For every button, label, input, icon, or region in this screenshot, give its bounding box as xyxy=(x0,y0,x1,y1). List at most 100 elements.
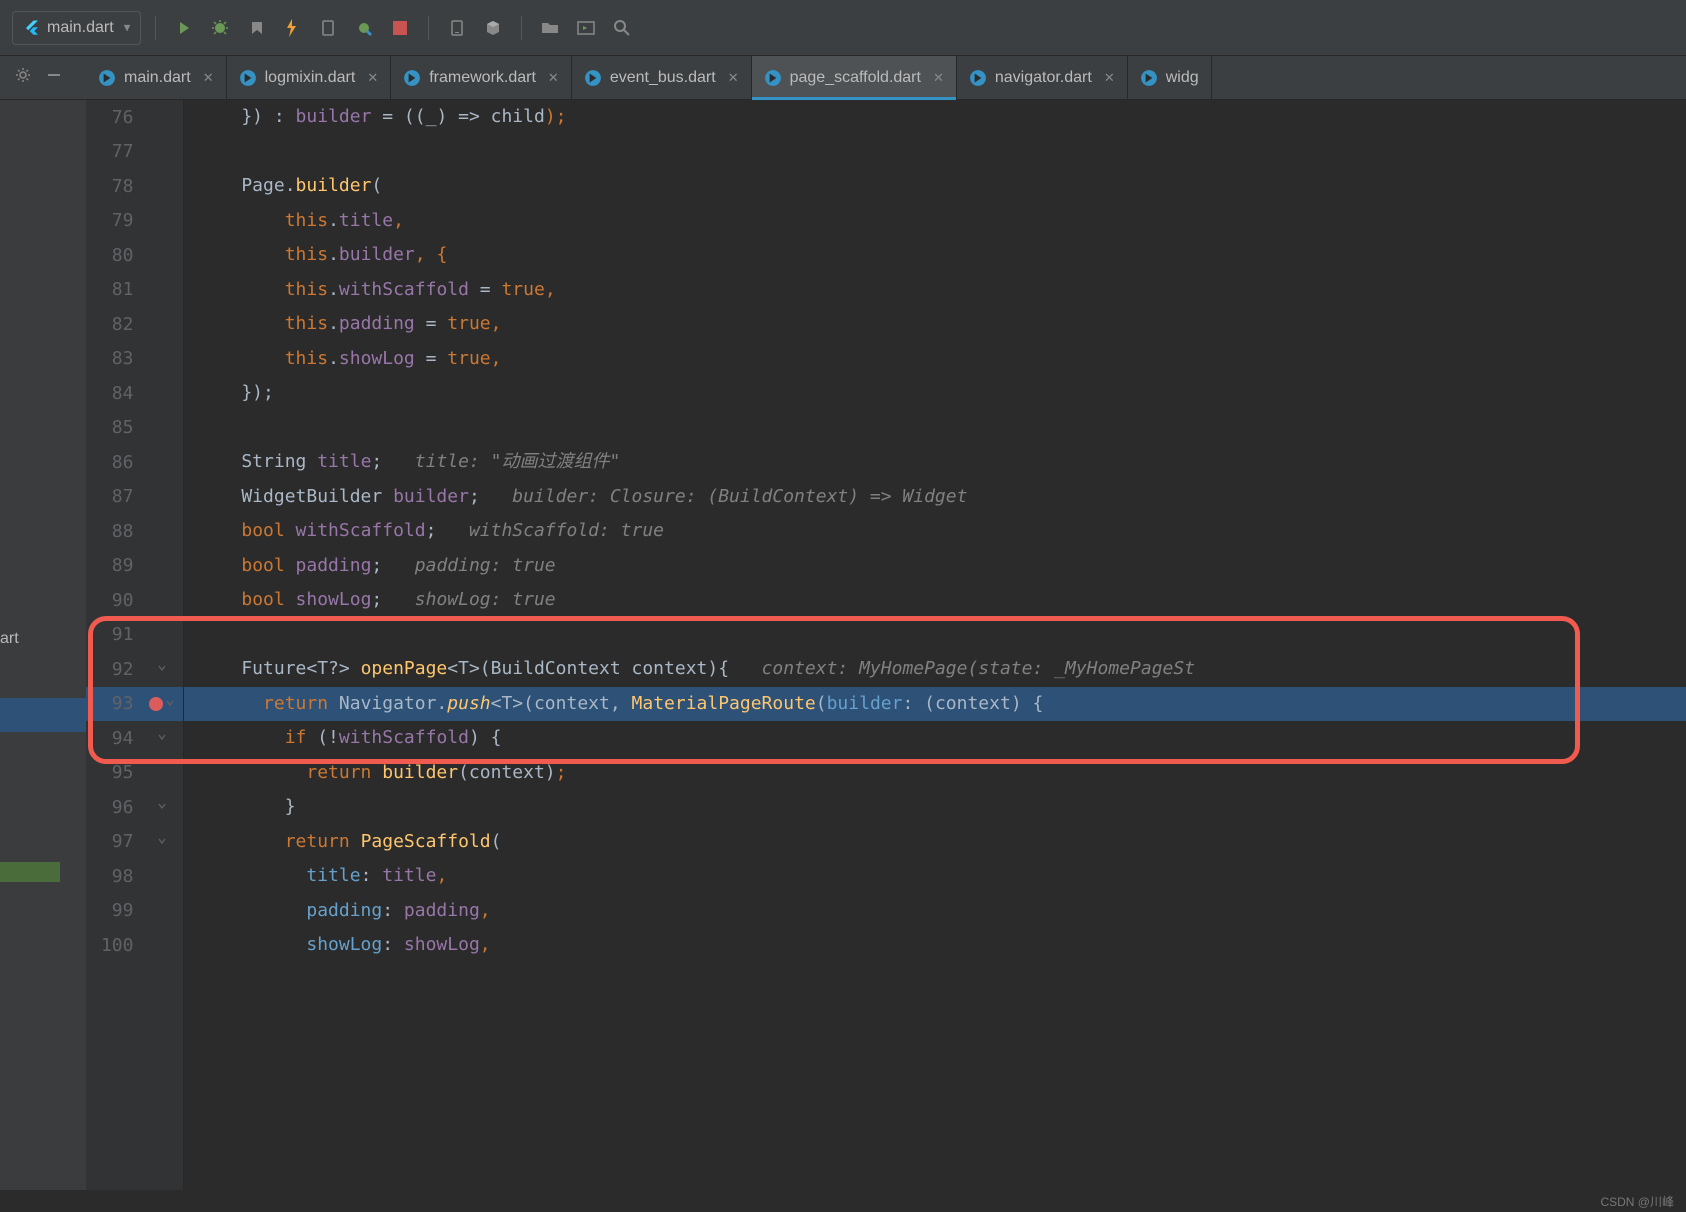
gutter-row[interactable]: 91 xyxy=(86,618,183,653)
gutter-row[interactable]: 89 xyxy=(86,549,183,584)
code-line[interactable]: bool withScaffold; withScaffold: true xyxy=(184,514,1686,549)
gutter-row[interactable]: 78 xyxy=(86,169,183,204)
line-number: 80 xyxy=(86,245,143,266)
tab-framework-dart[interactable]: framework.dart✕ xyxy=(391,56,572,99)
gutter-row[interactable]: 76 xyxy=(86,100,183,135)
tab-page_scaffold-dart[interactable]: page_scaffold.dart✕ xyxy=(752,56,957,99)
breakpoint-icon[interactable] xyxy=(149,697,163,711)
gutter-row[interactable]: 86 xyxy=(86,445,183,480)
gutter-row[interactable]: 81 xyxy=(86,273,183,308)
code-line[interactable]: this.padding = true, xyxy=(184,307,1686,342)
code-line[interactable]: Page.builder( xyxy=(184,169,1686,204)
code-area[interactable]: }) : builder = ((_) => child); Page.buil… xyxy=(184,100,1686,963)
gutter-row[interactable]: 80 xyxy=(86,238,183,273)
code-line[interactable]: if (!withScaffold) { xyxy=(184,721,1686,756)
stop-icon[interactable] xyxy=(386,14,414,42)
gutter-row[interactable]: 79 xyxy=(86,204,183,239)
gutter-row[interactable]: 100 xyxy=(86,928,183,963)
code-line[interactable]: return Navigator.push<T>(context, Materi… xyxy=(184,687,1686,722)
close-icon[interactable]: ✕ xyxy=(548,70,559,86)
fold-handle-icon[interactable] xyxy=(165,698,177,710)
fold-handle-icon[interactable] xyxy=(157,663,169,675)
code-line[interactable]: } xyxy=(184,790,1686,825)
left-panel-controls xyxy=(0,56,86,99)
collapse-icon[interactable] xyxy=(46,67,62,88)
run-config-dropdown[interactable]: main.dart ▼ xyxy=(12,11,141,45)
fold-handle-icon[interactable] xyxy=(157,801,169,813)
debug-icon[interactable] xyxy=(206,14,234,42)
line-number: 77 xyxy=(86,141,143,162)
dart-file-icon xyxy=(1140,69,1158,87)
code-line[interactable]: this.withScaffold = true, xyxy=(184,273,1686,308)
gutter-row[interactable]: 87 xyxy=(86,480,183,515)
run-icon[interactable] xyxy=(170,14,198,42)
gutter-row[interactable]: 97 xyxy=(86,825,183,860)
code-line[interactable]: }); xyxy=(184,376,1686,411)
code-line[interactable]: this.title, xyxy=(184,204,1686,239)
code-line[interactable]: WidgetBuilder builder; builder: Closure:… xyxy=(184,480,1686,515)
gutter-row[interactable]: 95 xyxy=(86,756,183,791)
code-line[interactable]: bool showLog; showLog: true xyxy=(184,583,1686,618)
tab-widg[interactable]: widg xyxy=(1128,56,1212,99)
gutter-row[interactable]: 82 xyxy=(86,307,183,342)
tab-main-dart[interactable]: main.dart ✕ xyxy=(86,56,227,99)
close-icon[interactable]: ✕ xyxy=(1104,70,1115,86)
device-icon[interactable] xyxy=(443,14,471,42)
tab-logmixin-dart[interactable]: logmixin.dart✕ xyxy=(227,56,392,99)
coverage-icon[interactable] xyxy=(242,14,270,42)
code-line[interactable]: showLog: showLog, xyxy=(184,928,1686,963)
line-number: 88 xyxy=(86,521,143,542)
gutter-row[interactable]: 96 xyxy=(86,790,183,825)
gutter: 76 77 7879 80 81 828384 85 86 87 88 89 90 91 92939495… xyxy=(86,100,184,1190)
toolbar: main.dart ▼ xyxy=(0,0,1686,56)
profile-icon[interactable] xyxy=(278,14,306,42)
line-number: 91 xyxy=(86,624,143,645)
gutter-row[interactable]: 85 xyxy=(86,411,183,446)
close-icon[interactable]: ✕ xyxy=(933,70,944,86)
run-window-icon[interactable] xyxy=(572,14,600,42)
gutter-row[interactable]: 99 xyxy=(86,894,183,929)
code-line[interactable]: this.builder, { xyxy=(184,238,1686,273)
folder-icon[interactable] xyxy=(536,14,564,42)
fold-handle-icon[interactable] xyxy=(157,732,169,744)
gutter-row[interactable]: 94 xyxy=(86,721,183,756)
close-icon[interactable]: ✕ xyxy=(367,70,378,86)
code-line[interactable]: }) : builder = ((_) => child); xyxy=(184,100,1686,135)
line-number: 85 xyxy=(86,417,143,438)
line-number: 86 xyxy=(86,452,143,473)
editor-main: 76 77 7879 80 81 828384 85 86 87 88 89 90 91 92939495… xyxy=(0,100,1686,1190)
code-line[interactable]: return PageScaffold( xyxy=(184,825,1686,860)
code-line[interactable]: Future<T?> openPage<T>(BuildContext cont… xyxy=(184,652,1686,687)
gear-icon[interactable] xyxy=(14,66,32,89)
code-line[interactable]: bool padding; padding: true xyxy=(184,549,1686,584)
code-line[interactable]: padding: padding, xyxy=(184,894,1686,929)
fold-handle-icon[interactable] xyxy=(157,836,169,848)
line-number: 89 xyxy=(86,555,143,576)
hot-reload-icon[interactable] xyxy=(314,14,342,42)
code-line[interactable]: return builder(context); xyxy=(184,756,1686,791)
gutter-row[interactable]: 84 xyxy=(86,376,183,411)
close-icon[interactable]: ✕ xyxy=(203,70,214,86)
gutter-row[interactable]: 83 xyxy=(86,342,183,377)
gutter-row[interactable]: 98 xyxy=(86,859,183,894)
code-line[interactable] xyxy=(184,411,1686,446)
tab-label: main.dart xyxy=(124,69,191,87)
tab-navigator-dart[interactable]: navigator.dart✕ xyxy=(957,56,1128,99)
gutter-row[interactable]: 90 xyxy=(86,583,183,618)
line-number: 81 xyxy=(86,279,143,300)
gutter-row[interactable]: 77 xyxy=(86,135,183,170)
code-line[interactable] xyxy=(184,618,1686,653)
code-line[interactable]: String title; title: "动画过渡组件" xyxy=(184,445,1686,480)
attach-debugger-icon[interactable] xyxy=(350,14,378,42)
code-line[interactable] xyxy=(184,135,1686,170)
gutter-row[interactable]: 92 xyxy=(86,652,183,687)
code-line[interactable]: this.showLog = true, xyxy=(184,342,1686,377)
gutter-row[interactable]: 93 xyxy=(86,687,183,722)
tab-event_bus-dart[interactable]: event_bus.dart✕ xyxy=(572,56,752,99)
search-icon[interactable] xyxy=(608,14,636,42)
cube-icon[interactable] xyxy=(479,14,507,42)
close-icon[interactable]: ✕ xyxy=(728,70,739,86)
code-editor[interactable]: 76 77 7879 80 81 828384 85 86 87 88 89 90 91 92939495… xyxy=(86,100,1686,1190)
code-line[interactable]: title: title, xyxy=(184,859,1686,894)
gutter-row[interactable]: 88 xyxy=(86,514,183,549)
